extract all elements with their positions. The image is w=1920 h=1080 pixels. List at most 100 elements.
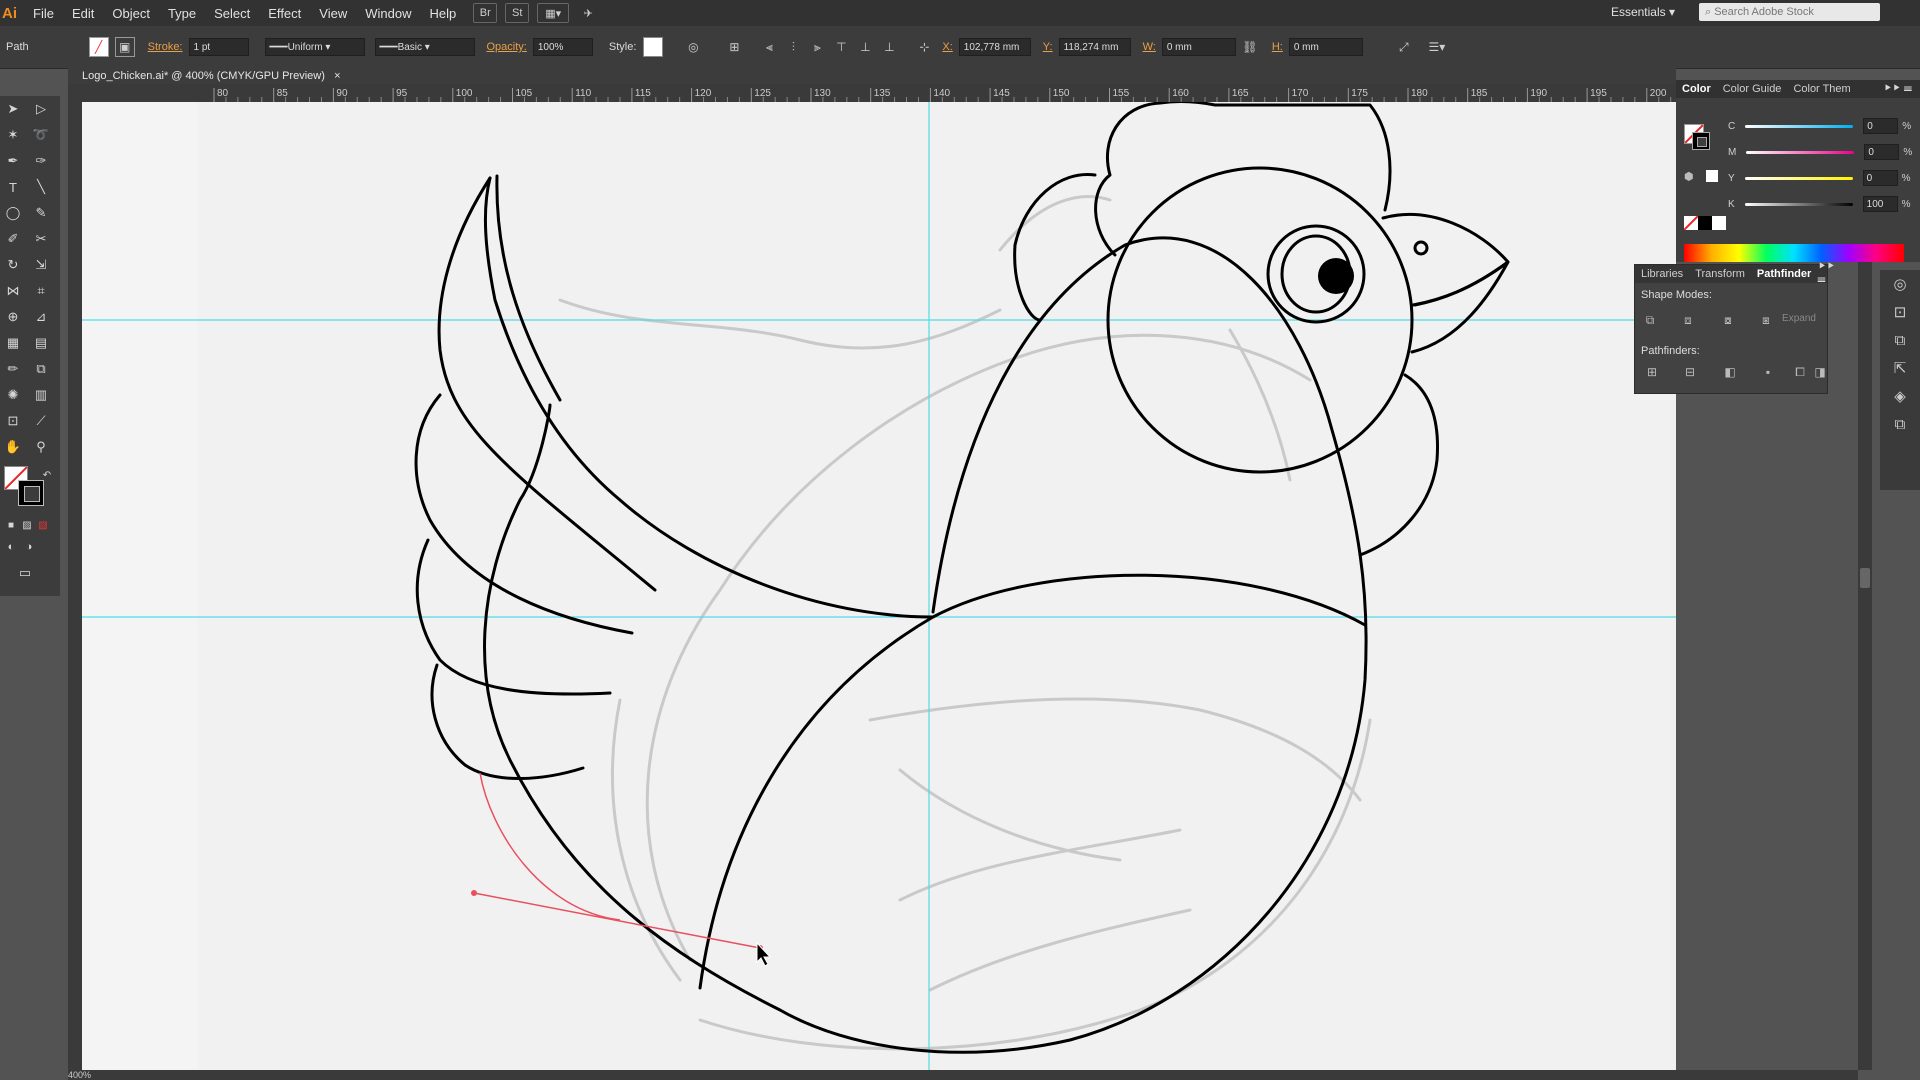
width-tool-icon[interactable]: ⋈ [2, 280, 24, 302]
menu-file[interactable]: File [24, 6, 63, 21]
minus-back-icon[interactable]: ◨ [1811, 363, 1829, 381]
layers-icon[interactable]: ◈ [1880, 382, 1920, 410]
links-icon[interactable]: ⧉ [1880, 410, 1920, 438]
gradient-tool-icon[interactable]: ▤ [30, 332, 52, 354]
expand-button[interactable]: Expand [1779, 313, 1819, 324]
panel-collapse-icon[interactable]: ⯈⯈ ☰ [1883, 83, 1912, 96]
h-field[interactable]: 0 mm [1288, 38, 1363, 56]
align-bottom-icon[interactable]: ⊥ [880, 38, 898, 56]
lasso-tool-icon[interactable]: ➰ [30, 124, 52, 146]
fill-swatch-icon[interactable]: ╱ [88, 37, 109, 57]
tab-pathfinder[interactable]: Pathfinder [1751, 268, 1817, 280]
menu-effect[interactable]: Effect [259, 6, 310, 21]
line-segment-tool-icon[interactable]: ╲ [30, 176, 52, 198]
x-label[interactable]: X: [942, 41, 952, 53]
stock-button[interactable]: St [505, 3, 530, 23]
menu-select[interactable]: Select [205, 6, 259, 21]
scissors-tool-icon[interactable]: ✂ [30, 228, 52, 250]
workspace-switcher[interactable]: Essentials ▾ [1611, 5, 1675, 19]
paintbrush-tool-icon[interactable]: ✎ [30, 202, 52, 224]
close-tab-icon[interactable]: × [334, 70, 340, 82]
menu-type[interactable]: Type [159, 6, 205, 21]
align-center-icon[interactable]: ⫶ [784, 38, 802, 56]
artboard-canvas[interactable] [82, 102, 1676, 1070]
export-icon[interactable]: ⇱ [1880, 354, 1920, 382]
c-field[interactable]: 0 [1863, 118, 1899, 134]
minus-front-icon[interactable]: ⧈ [1679, 311, 1697, 329]
c-slider[interactable] [1745, 124, 1854, 128]
scale-tool-icon[interactable]: ⇲ [30, 254, 52, 276]
blend-tool-icon[interactable]: ⧉ [30, 358, 52, 380]
color-spectrum[interactable] [1684, 244, 1904, 262]
swatch-none[interactable] [1683, 215, 1699, 231]
outline-icon[interactable]: ⧠ [1791, 363, 1809, 381]
tab-libraries[interactable]: Libraries [1635, 268, 1689, 280]
menu-edit[interactable]: Edit [63, 6, 103, 21]
tab-color[interactable]: Color [1676, 83, 1717, 95]
shaper-tool-icon[interactable]: ✐ [2, 228, 24, 250]
appearance-icon[interactable]: ◎ [1880, 270, 1920, 298]
tab-color-themes[interactable]: Color Them [1787, 83, 1856, 95]
constrain-proportions-icon[interactable]: ⛓ [1241, 38, 1259, 56]
unite-icon[interactable]: ⧉ [1641, 311, 1659, 329]
transform-icon[interactable]: ⤢ [1395, 38, 1413, 56]
align-to-icon[interactable]: ⊞ [725, 38, 743, 56]
tab-color-guide[interactable]: Color Guide [1717, 83, 1788, 95]
menu-help[interactable]: Help [420, 6, 465, 21]
magic-wand-tool-icon[interactable]: ✶ [2, 124, 24, 146]
horizontal-ruler[interactable]: 80 85 90 95 100 105 110 115 120 125 130 135 140 145 15… [68, 84, 1696, 102]
bridge-button[interactable]: Br [473, 3, 498, 23]
menu-view[interactable]: View [310, 6, 356, 21]
h-label[interactable]: H: [1272, 41, 1283, 53]
stroke-weight-field[interactable]: 1 pt [188, 38, 249, 56]
menu-object[interactable]: Object [103, 6, 159, 21]
y-slider[interactable] [1744, 176, 1853, 180]
k-field[interactable]: 100 [1862, 196, 1898, 212]
reference-point-icon[interactable]: ⊹ [915, 38, 933, 56]
k-slider[interactable] [1744, 202, 1853, 206]
rotate-tool-icon[interactable]: ↻ [2, 254, 24, 276]
trim-icon[interactable]: ⊟ [1681, 363, 1699, 381]
exclude-icon[interactable]: ⧆ [1757, 311, 1775, 329]
graphic-style-swatch[interactable] [643, 37, 664, 57]
zoom-tool-icon[interactable]: ⚲ [30, 436, 52, 458]
variable-width-profile[interactable]: ━━━ Uniform ▾ [264, 38, 365, 56]
m-slider[interactable] [1746, 150, 1855, 154]
x-field[interactable]: 102,778 mm [958, 38, 1031, 56]
stock-search-input[interactable]: ⌕ Search Adobe Stock [1699, 3, 1880, 21]
menu-window[interactable]: Window [356, 6, 420, 21]
shape-builder-tool-icon[interactable]: ⊕ [2, 306, 24, 328]
opacity-label[interactable]: Opacity: [487, 41, 527, 53]
swatch-white[interactable] [1712, 216, 1726, 230]
panel-stroke-swatch[interactable] [1692, 132, 1710, 150]
tab-transform[interactable]: Transform [1689, 268, 1751, 280]
none-mode-icon[interactable]: ▧ [32, 514, 54, 536]
crop-icon[interactable]: ▪ [1759, 363, 1777, 381]
eyedropper-tool-icon[interactable]: ✏ [2, 358, 24, 380]
m-field[interactable]: 0 [1864, 144, 1900, 160]
artboards-icon[interactable]: ⊡ [1880, 298, 1920, 326]
w-label[interactable]: W: [1143, 41, 1156, 53]
divide-icon[interactable]: ⊞ [1643, 363, 1661, 381]
opacity-field[interactable]: 100% [532, 38, 593, 56]
brush-definition[interactable]: ━━━ Basic ▾ [374, 38, 475, 56]
vertical-ruler[interactable] [68, 102, 82, 1070]
w-field[interactable]: 0 mm [1161, 38, 1236, 56]
slice-tool-icon[interactable]: ⟋ [30, 410, 52, 432]
control-panel-menu-icon[interactable]: ☰▾ [1428, 38, 1446, 56]
pen-tool-icon[interactable]: ✒ [2, 150, 24, 172]
gpu-performance-icon[interactable]: ✈ [577, 4, 599, 22]
intersect-icon[interactable]: ⧇ [1719, 311, 1737, 329]
align-middle-icon[interactable]: ⊥ [856, 38, 874, 56]
artboard-tool-icon[interactable]: ⊡ [2, 410, 24, 432]
mesh-tool-icon[interactable]: ▦ [2, 332, 24, 354]
perspective-grid-tool-icon[interactable]: ⊿ [30, 306, 52, 328]
stroke-label[interactable]: Stroke: [148, 41, 183, 53]
swatch-black[interactable] [1698, 216, 1712, 230]
merge-icon[interactable]: ◧ [1721, 363, 1739, 381]
selection-tool-icon[interactable]: ➤ [2, 98, 24, 120]
vertical-scroll-thumb[interactable] [1860, 568, 1870, 588]
curvature-tool-icon[interactable]: ✑ [30, 150, 52, 172]
zoom-status[interactable]: 400% [68, 1070, 368, 1080]
draw-behind-icon[interactable]: ◑ [18, 536, 40, 558]
